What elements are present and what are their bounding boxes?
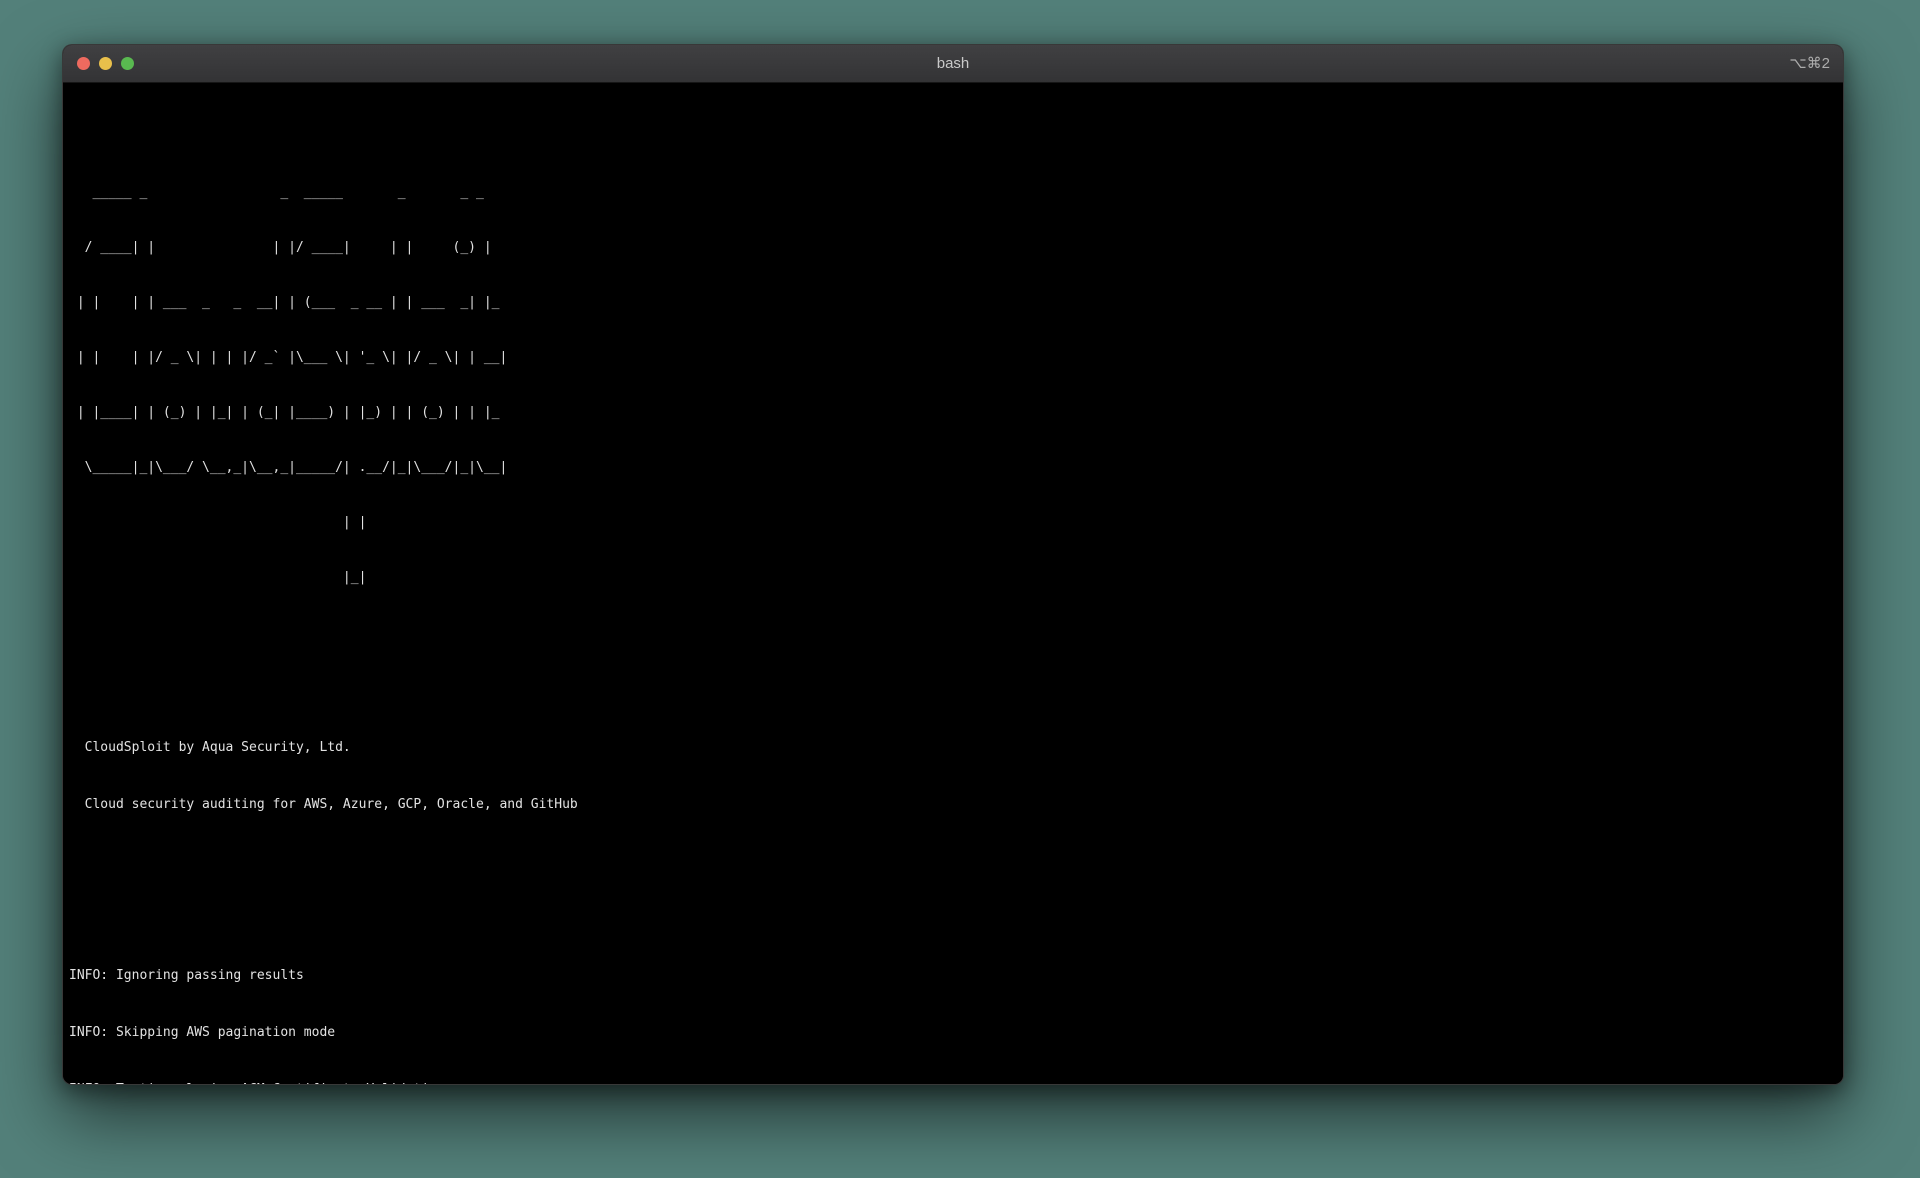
tagline-company: CloudSploit by Aqua Security, Ltd.	[69, 738, 1835, 757]
terminal-output[interactable]: _____ _ _ _____ _ _ _ / ____| | | |/ ___…	[63, 83, 1843, 1085]
ascii-logo-line: | |	[69, 514, 1835, 531]
app-tagline: CloudSploit by Aqua Security, Ltd. Cloud…	[69, 700, 1835, 852]
window-shortcut-label: ⌥⌘2	[1789, 45, 1830, 83]
tagline-description: Cloud security auditing for AWS, Azure, …	[69, 795, 1835, 814]
info-line: INFO: Ignoring passing results	[69, 966, 1835, 985]
terminal-window: bash ⌥⌘2 _____ _ _ _____ _ _ _ / ____| |…	[62, 44, 1844, 1085]
info-log: INFO: Ignoring passing results INFO: Ski…	[69, 928, 1835, 1085]
ascii-logo-line: | | | | ___ _ _ __| | (___ _ __ | | ___ …	[69, 294, 1835, 311]
ascii-logo-line: | | | |/ _ \| | | |/ _` |\___ \| '_ \| |…	[69, 349, 1835, 366]
ascii-logo: _____ _ _ _____ _ _ _ / ____| | | |/ ___…	[69, 146, 1835, 624]
window-title: bash	[63, 55, 1843, 72]
ascii-logo-line: |_|	[69, 569, 1835, 586]
window-titlebar[interactable]: bash ⌥⌘2	[63, 45, 1843, 83]
ascii-logo-line: | |____| | (_) | |_| | (_| |____) | |_) …	[69, 404, 1835, 421]
ascii-logo-line: / ____| | | |/ ____| | | (_) |	[69, 239, 1835, 256]
ascii-logo-line: \_____|_|\___/ \__,_|\__,_|_____/| .__/|…	[69, 459, 1835, 476]
ascii-logo-line: _____ _ _ _____ _ _ _	[69, 184, 1835, 201]
info-line: INFO: Testing plugin: ACM Certificate Va…	[69, 1080, 1835, 1085]
info-line: INFO: Skipping AWS pagination mode	[69, 1023, 1835, 1042]
